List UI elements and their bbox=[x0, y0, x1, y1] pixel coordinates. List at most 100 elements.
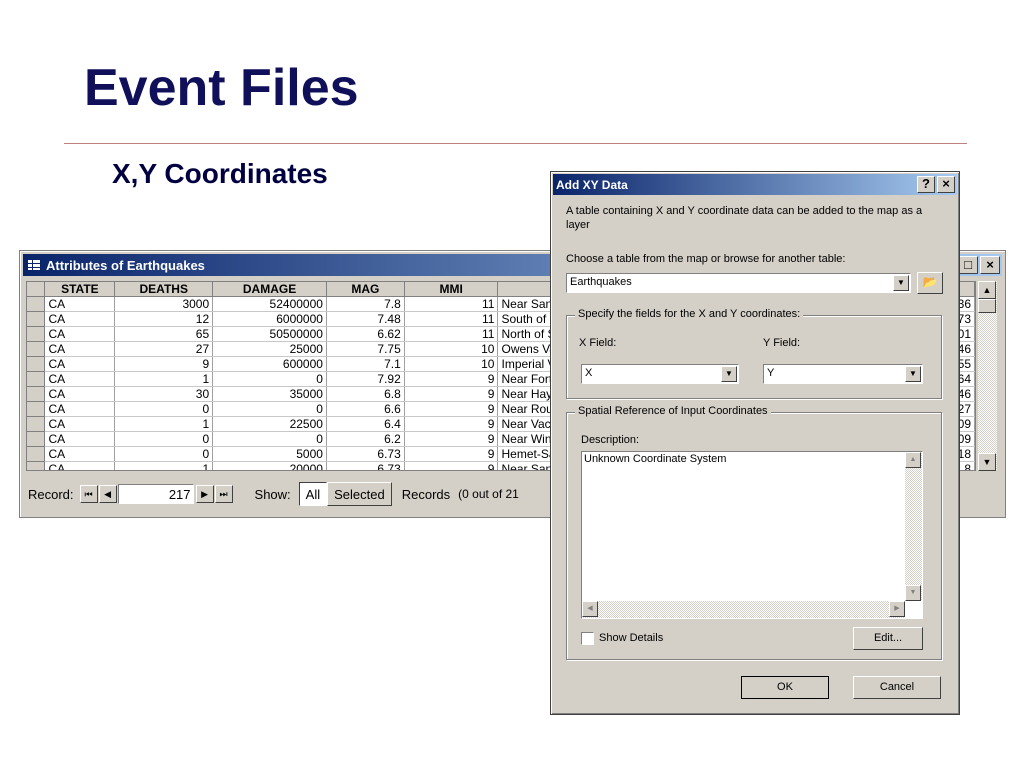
table-cell[interactable]: 30 bbox=[114, 386, 214, 402]
row-selector[interactable] bbox=[27, 371, 46, 387]
table-cell[interactable]: 6.8 bbox=[326, 386, 405, 402]
table-cell[interactable]: CA bbox=[44, 311, 116, 327]
table-cell[interactable]: 5000 bbox=[212, 446, 327, 462]
previous-record-button[interactable]: ◀ bbox=[98, 485, 117, 503]
row-selector[interactable] bbox=[27, 356, 46, 372]
table-cell[interactable]: 7.48 bbox=[326, 311, 405, 327]
table-cell[interactable]: 3000 bbox=[114, 296, 214, 312]
show-details-checkbox[interactable] bbox=[581, 632, 594, 645]
attributes-vertical-scrollbar[interactable]: ▲ ▼ bbox=[978, 281, 997, 471]
table-cell[interactable]: CA bbox=[44, 446, 116, 462]
row-selector[interactable] bbox=[27, 416, 46, 432]
first-record-button[interactable]: ⏮ bbox=[79, 485, 98, 503]
row-selector[interactable] bbox=[27, 311, 46, 327]
table-cell[interactable]: CA bbox=[44, 371, 116, 387]
table-cell[interactable]: 27 bbox=[114, 341, 214, 357]
row-selector[interactable] bbox=[27, 326, 46, 342]
scroll-down-button[interactable]: ▼ bbox=[978, 453, 996, 471]
table-cell[interactable]: 6.73 bbox=[326, 446, 405, 462]
table-cell[interactable]: CA bbox=[44, 461, 116, 470]
table-cell[interactable]: 6.2 bbox=[326, 431, 405, 447]
row-selector[interactable] bbox=[27, 401, 46, 417]
table-cell[interactable]: 7.8 bbox=[326, 296, 405, 312]
next-record-button[interactable]: ▶ bbox=[195, 485, 214, 503]
table-cell[interactable]: 65 bbox=[114, 326, 214, 342]
y-field-select[interactable]: Y ▼ bbox=[763, 364, 923, 384]
description-textarea[interactable]: Unknown Coordinate System ▲ ▼ ◀ ▶ bbox=[581, 451, 923, 619]
table-cell[interactable]: 1 bbox=[114, 371, 214, 387]
table-cell[interactable]: 0 bbox=[212, 371, 327, 387]
table-cell[interactable]: 9 bbox=[404, 416, 499, 432]
table-cell[interactable]: 9 bbox=[404, 431, 499, 447]
last-record-button[interactable]: ⏭ bbox=[214, 485, 233, 503]
table-cell[interactable]: 0 bbox=[114, 431, 214, 447]
table-cell[interactable]: 20000 bbox=[212, 461, 327, 470]
table-cell[interactable]: 6.73 bbox=[326, 461, 405, 470]
table-cell[interactable]: CA bbox=[44, 431, 116, 447]
desc-scroll-left[interactable]: ◀ bbox=[582, 601, 598, 617]
cancel-button[interactable]: Cancel bbox=[853, 676, 941, 699]
column-header-mag[interactable]: MAG bbox=[326, 282, 405, 297]
table-cell[interactable]: 6.4 bbox=[326, 416, 405, 432]
table-cell[interactable]: 10 bbox=[404, 341, 499, 357]
table-cell[interactable]: CA bbox=[44, 386, 116, 402]
table-cell[interactable]: 6000000 bbox=[212, 311, 327, 327]
row-selector[interactable] bbox=[27, 446, 46, 462]
table-cell[interactable]: 1 bbox=[114, 416, 214, 432]
row-selector[interactable] bbox=[27, 296, 46, 312]
record-number-input[interactable] bbox=[117, 484, 194, 504]
table-cell[interactable]: CA bbox=[44, 341, 116, 357]
browse-button[interactable]: 📂 bbox=[917, 272, 943, 294]
desc-scroll-down[interactable]: ▼ bbox=[905, 585, 921, 601]
description-vertical-scrollbar[interactable]: ▲ ▼ bbox=[905, 452, 922, 601]
table-cell[interactable]: CA bbox=[44, 356, 116, 372]
table-select[interactable]: Earthquakes ▼ bbox=[566, 273, 911, 293]
table-cell[interactable]: CA bbox=[44, 401, 116, 417]
table-cell[interactable]: 9 bbox=[404, 461, 499, 470]
column-header-deaths[interactable]: DEATHS bbox=[114, 282, 214, 297]
table-cell[interactable]: 12 bbox=[114, 311, 214, 327]
row-selector[interactable] bbox=[27, 431, 46, 447]
table-cell[interactable]: 600000 bbox=[212, 356, 327, 372]
table-cell[interactable]: 6.62 bbox=[326, 326, 405, 342]
column-header-damage[interactable]: DAMAGE bbox=[212, 282, 327, 297]
table-cell[interactable]: 9 bbox=[404, 446, 499, 462]
table-cell[interactable]: 9 bbox=[404, 371, 499, 387]
dialog-titlebar[interactable]: Add XY Data ? × bbox=[553, 174, 957, 195]
table-cell[interactable]: 35000 bbox=[212, 386, 327, 402]
table-select-arrow[interactable]: ▼ bbox=[893, 275, 909, 291]
table-cell[interactable]: 11 bbox=[404, 326, 499, 342]
table-cell[interactable]: 11 bbox=[404, 311, 499, 327]
x-field-select[interactable]: X ▼ bbox=[581, 364, 739, 384]
help-button[interactable]: ? bbox=[917, 176, 935, 193]
scroll-up-button[interactable]: ▲ bbox=[978, 281, 996, 299]
description-horizontal-scrollbar[interactable]: ◀ ▶ bbox=[582, 601, 905, 618]
table-cell[interactable]: 7.1 bbox=[326, 356, 405, 372]
table-cell[interactable]: 22500 bbox=[212, 416, 327, 432]
table-cell[interactable]: 11 bbox=[404, 296, 499, 312]
table-cell[interactable]: 0 bbox=[114, 446, 214, 462]
table-cell[interactable]: CA bbox=[44, 326, 116, 342]
table-cell[interactable]: CA bbox=[44, 416, 116, 432]
desc-scroll-up[interactable]: ▲ bbox=[905, 452, 921, 468]
edit-button[interactable]: Edit... bbox=[853, 627, 923, 650]
table-cell[interactable]: 7.75 bbox=[326, 341, 405, 357]
table-cell[interactable]: 0 bbox=[212, 401, 327, 417]
column-header-mmi[interactable]: MMI bbox=[404, 282, 499, 297]
row-selector[interactable] bbox=[27, 461, 46, 470]
scroll-thumb[interactable] bbox=[978, 299, 996, 313]
table-cell[interactable]: 7.92 bbox=[326, 371, 405, 387]
show-all-button[interactable]: All bbox=[298, 482, 328, 506]
table-cell[interactable]: 10 bbox=[404, 356, 499, 372]
row-selector[interactable] bbox=[27, 341, 46, 357]
table-cell[interactable]: 9 bbox=[404, 401, 499, 417]
dialog-close-button[interactable]: × bbox=[937, 176, 955, 193]
x-field-arrow[interactable]: ▼ bbox=[721, 366, 737, 382]
table-cell[interactable]: 0 bbox=[114, 401, 214, 417]
ok-button[interactable]: OK bbox=[741, 676, 829, 699]
table-cell[interactable]: 9 bbox=[404, 386, 499, 402]
table-cell[interactable]: 52400000 bbox=[212, 296, 327, 312]
table-cell[interactable]: 0 bbox=[212, 431, 327, 447]
table-cell[interactable]: 1 bbox=[114, 461, 214, 470]
table-cell[interactable]: 6.6 bbox=[326, 401, 405, 417]
